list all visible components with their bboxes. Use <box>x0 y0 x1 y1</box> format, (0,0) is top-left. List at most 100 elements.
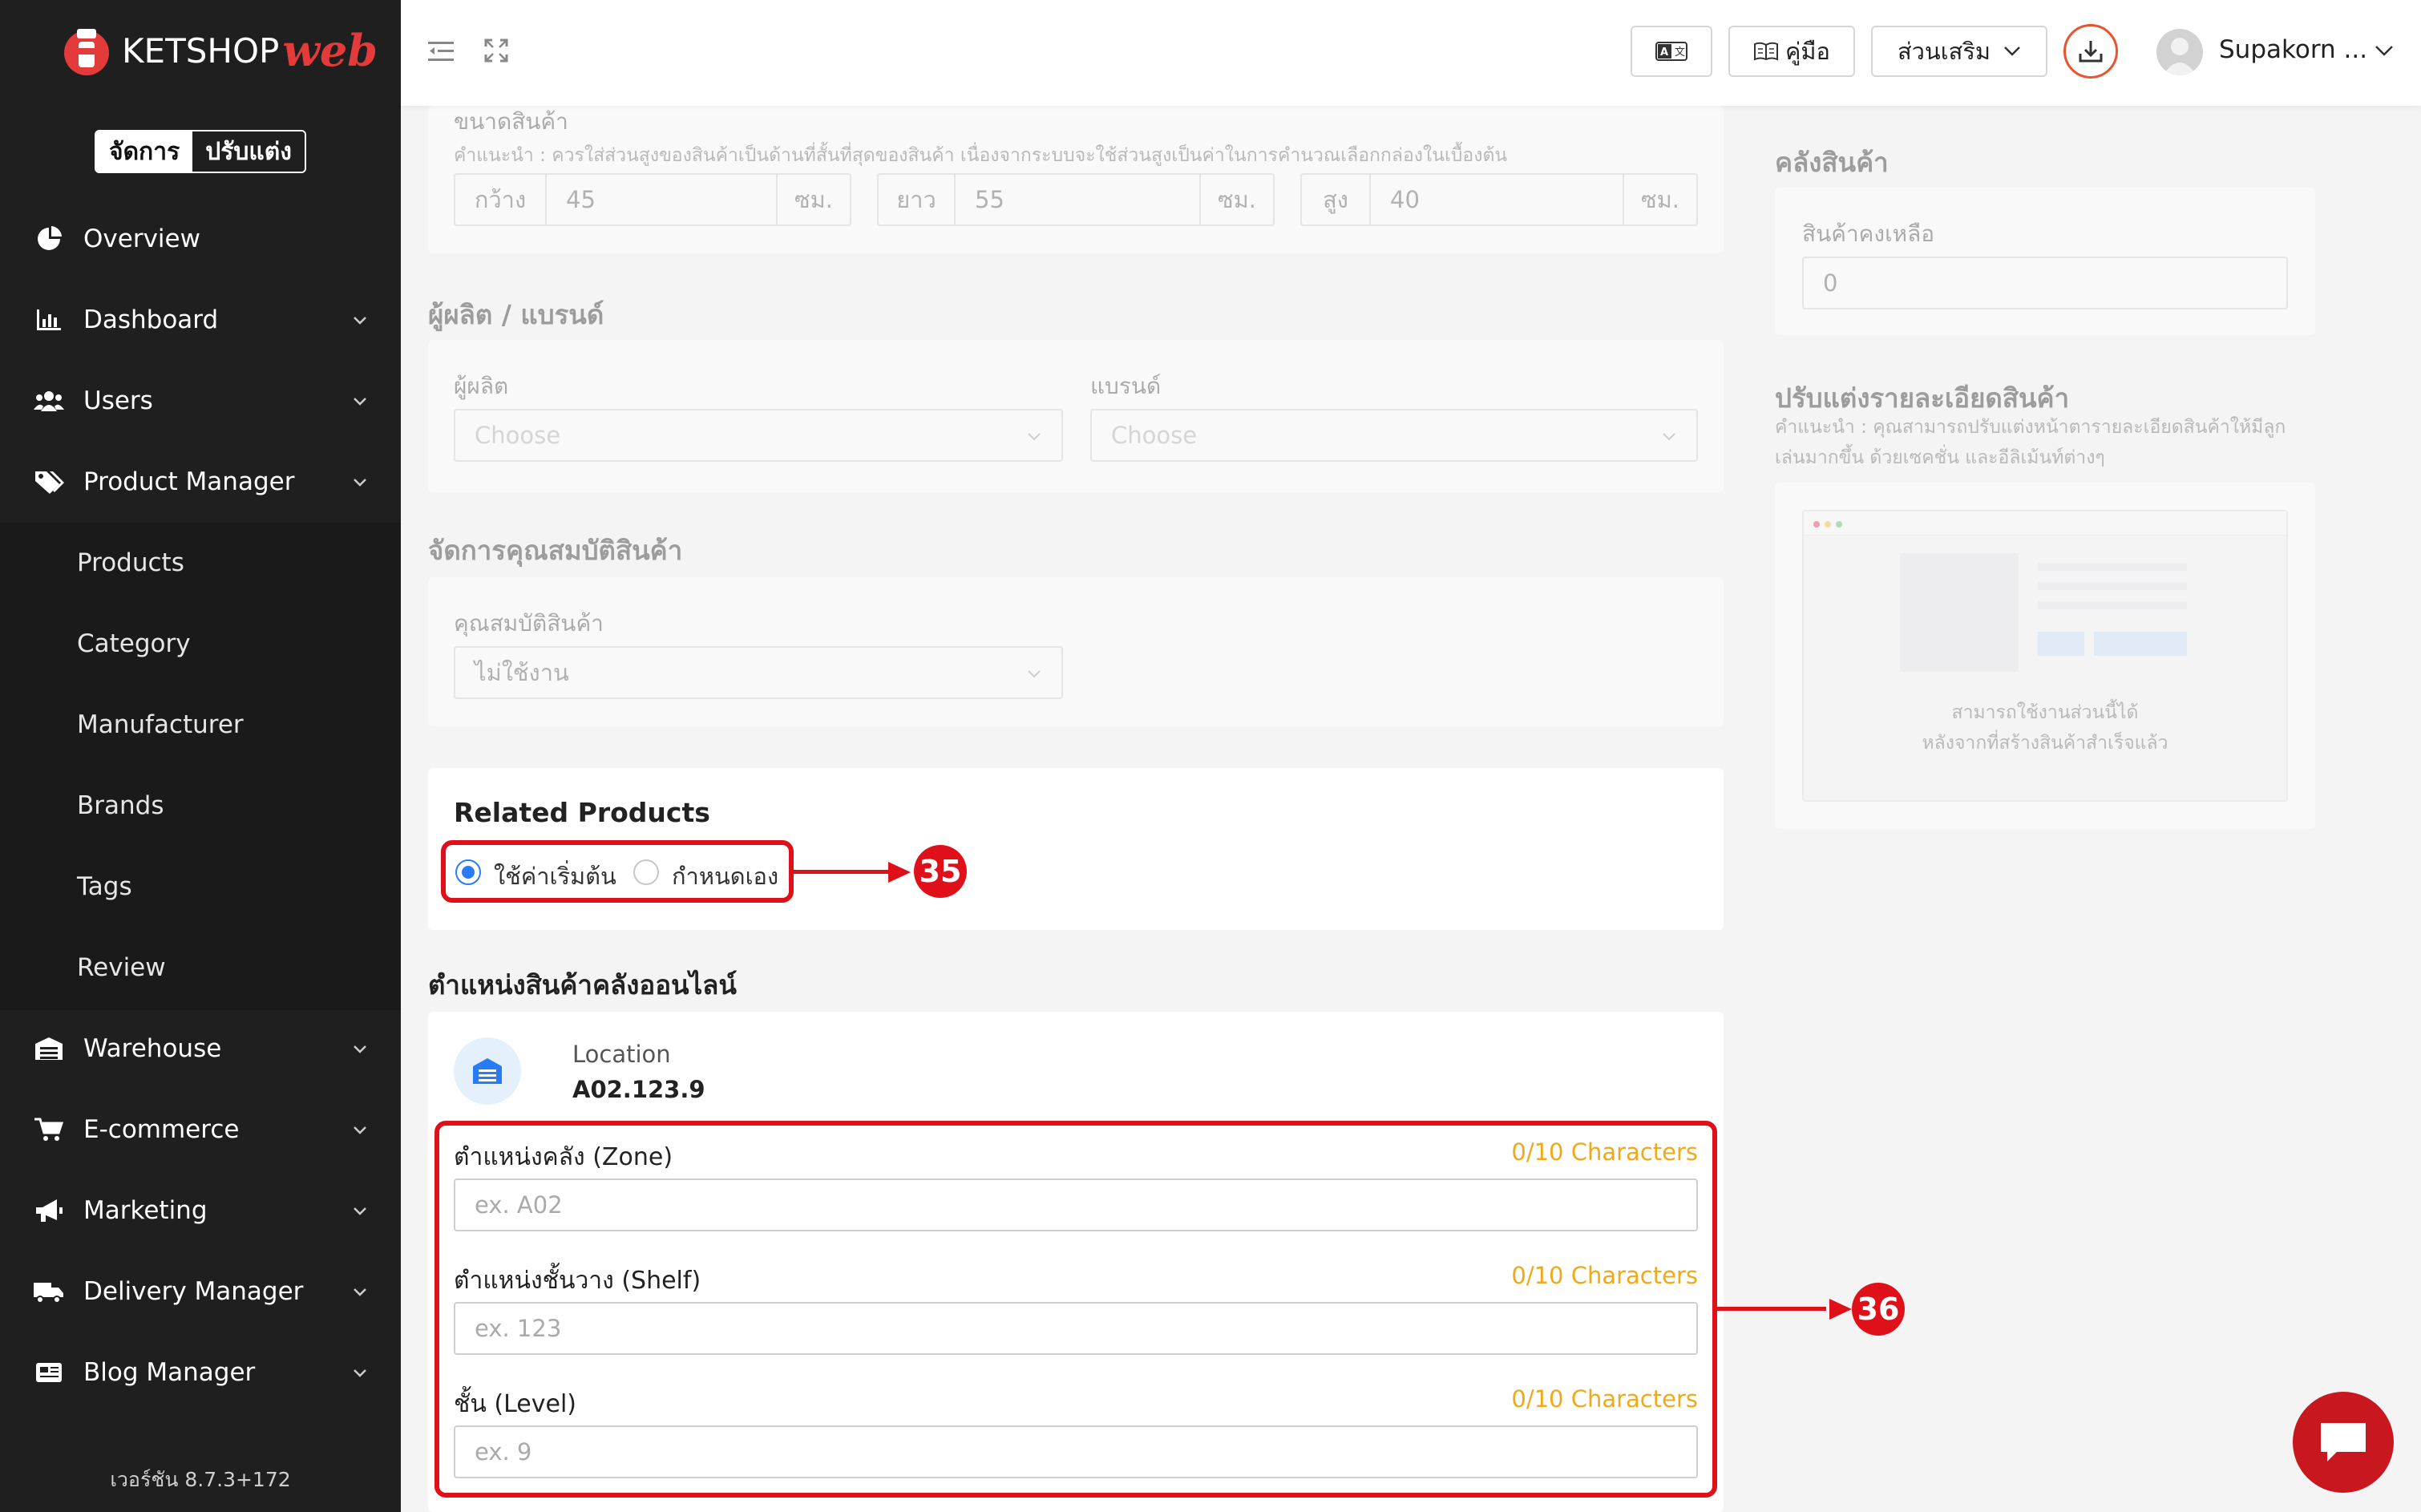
manual-label: คู่มือ <box>1785 38 1830 65</box>
location-label: Location <box>572 1041 671 1068</box>
manufacturer-select[interactable]: Choose <box>454 409 1063 462</box>
attributes-select[interactable]: ไม่ใช้งาน <box>454 646 1063 699</box>
book-icon <box>1754 42 1779 61</box>
attributes-label: คุณสมบัติสินค้า <box>454 610 604 637</box>
sidebar-item-label: Overview <box>83 224 200 253</box>
sidebar-subitem-review[interactable]: Review <box>0 928 401 1008</box>
sidebar-subitem-brands[interactable]: Brands <box>0 766 401 846</box>
brand-name: KETSHOP <box>122 30 280 71</box>
annotation-arrow <box>794 870 903 874</box>
customize-preview: สามารถใช้งานส่วนนี้ได้ หลังจากที่สร้างสิ… <box>1802 510 2288 802</box>
svg-text:A: A <box>1660 46 1668 59</box>
sidebar-item-overview[interactable]: Overview <box>0 199 401 279</box>
warehouse-icon <box>34 1033 64 1064</box>
chevron-down-icon <box>354 1207 366 1215</box>
users-icon <box>34 386 64 416</box>
size-hint: คำแนะนำ : ควรใส่ส่วนสูงของสินค้าเป็นด้าน… <box>454 145 1508 166</box>
sidebar-subitem-products[interactable]: Products <box>0 523 401 603</box>
annotation-badge-35: 35 <box>914 845 967 898</box>
manual-button[interactable]: คู่มือ <box>1728 26 1855 77</box>
sidebar-item-label: Marketing <box>83 1196 208 1225</box>
pie-chart-icon <box>34 224 64 254</box>
customize-note-line1: สามารถใช้งานส่วนนี้ได้ <box>1951 702 2139 723</box>
attributes-section-title: จัดการคุณสมบัติสินค้า <box>428 535 683 566</box>
top-header <box>401 0 2421 106</box>
truck-icon <box>34 1276 64 1307</box>
download-icon <box>2079 41 2103 63</box>
chevron-down-icon[interactable] <box>2375 45 2394 58</box>
brand-select[interactable]: Choose <box>1090 409 1698 462</box>
sidebar-subitem-tags[interactable]: Tags <box>0 847 401 927</box>
addons-label: ส่วนเสริม <box>1897 38 1991 65</box>
size-title: ขนาดสินค้า <box>454 108 568 135</box>
sidebar-subitem-manufacturer[interactable]: Manufacturer <box>0 685 401 765</box>
sidebar-item-label: Product Manager <box>83 467 295 496</box>
annotation-highlight-related <box>441 840 794 903</box>
width-input[interactable]: กว้าง 45 ซม. <box>454 173 851 226</box>
stock-remaining-input[interactable]: 0 <box>1802 257 2288 309</box>
chevron-down-icon <box>354 1045 366 1053</box>
ketshop-logo-icon <box>64 29 109 75</box>
customize-note-line2: หลังจากที่สร้างสินค้าสำเร็จแล้ว <box>1922 733 2168 754</box>
stock-remaining-label: สินค้าคงเหลือ <box>1802 220 1935 247</box>
avatar[interactable] <box>2156 29 2203 75</box>
sidebar-item-users[interactable]: Users <box>0 361 401 441</box>
chevron-down-icon <box>1028 433 1041 441</box>
sidebar-item-dashboard[interactable]: Dashboard <box>0 280 401 360</box>
addons-dropdown[interactable]: ส่วนเสริม <box>1871 26 2047 77</box>
sidebar-item-label: Blog Manager <box>83 1358 256 1387</box>
collapse-sidebar-icon[interactable] <box>428 40 454 63</box>
cart-icon <box>34 1114 64 1145</box>
newspaper-icon <box>34 1357 64 1388</box>
mode-toggle: จัดการ ปรับแต่ง <box>95 130 306 173</box>
app-version: เวอร์ชัน 8.7.3+172 <box>0 1449 401 1496</box>
length-input[interactable]: ยาว 55 ซม. <box>877 173 1275 226</box>
height-input[interactable]: สูง 40 ซม. <box>1300 173 1698 226</box>
sidebar-subitem-category[interactable]: Category <box>0 604 401 684</box>
chevron-down-icon <box>354 398 366 406</box>
sidebar-item-label: Users <box>83 386 153 415</box>
sidebar-item-delivery-manager[interactable]: Delivery Manager <box>0 1251 401 1332</box>
annotation-highlight-location <box>434 1121 1717 1498</box>
manufacturer-label: ผู้ผลิต <box>454 373 509 399</box>
translate-button[interactable]: A文 <box>1631 26 1712 77</box>
mode-manage-button[interactable]: จัดการ <box>96 131 193 172</box>
megaphone-icon <box>34 1195 64 1226</box>
brand-script: web <box>282 25 378 76</box>
annotation-arrow <box>1717 1307 1826 1311</box>
arrow-head-icon <box>888 862 911 883</box>
download-button[interactable] <box>2063 24 2118 79</box>
sidebar: KETSHOP web จัดการ ปรับแต่ง Overview Das… <box>0 0 401 1512</box>
sidebar-item-label: Delivery Manager <box>83 1277 304 1306</box>
svg-text:文: 文 <box>1675 46 1685 59</box>
sidebar-item-blog-manager[interactable]: Blog Manager <box>0 1332 401 1413</box>
fullscreen-icon[interactable] <box>484 38 508 63</box>
chevron-down-icon <box>354 479 366 487</box>
warehouse-location-icon <box>454 1037 521 1105</box>
chevron-down-icon <box>354 1369 366 1377</box>
mode-customize-button[interactable]: ปรับแต่ง <box>192 131 305 172</box>
brand-section-title: ผู้ผลิต / แบรนด์ <box>428 299 604 330</box>
sidebar-item-warehouse[interactable]: Warehouse <box>0 1009 401 1089</box>
brand-logo[interactable]: KETSHOP web <box>63 24 378 77</box>
location-value: A02.123.9 <box>572 1076 705 1103</box>
chevron-down-icon <box>1028 670 1041 678</box>
arrow-head-icon <box>1829 1299 1852 1320</box>
chevron-down-icon <box>354 317 366 325</box>
sidebar-item-e-commerce[interactable]: E-commerce <box>0 1090 401 1170</box>
stock-title: คลังสินค้า <box>1775 147 1889 178</box>
chevron-down-icon <box>1663 433 1675 441</box>
sidebar-item-label: Warehouse <box>83 1034 222 1063</box>
annotation-badge-36: 36 <box>1852 1283 1905 1336</box>
location-section-title: ตำแหน่งสินค้าคลังออนไลน์ <box>428 969 737 1001</box>
chevron-down-icon <box>354 1126 366 1134</box>
related-products-title: Related Products <box>454 797 710 828</box>
chevron-down-icon <box>354 1288 366 1296</box>
translate-icon: A文 <box>1655 42 1687 61</box>
sidebar-item-label: Dashboard <box>83 305 219 334</box>
user-name[interactable]: Supakorn ... <box>2219 35 2367 64</box>
sidebar-item-product-manager[interactable]: Product Manager <box>0 442 401 522</box>
sidebar-item-marketing[interactable]: Marketing <box>0 1170 401 1251</box>
image-placeholder-icon <box>1900 553 2019 672</box>
chat-button[interactable] <box>2293 1392 2394 1493</box>
